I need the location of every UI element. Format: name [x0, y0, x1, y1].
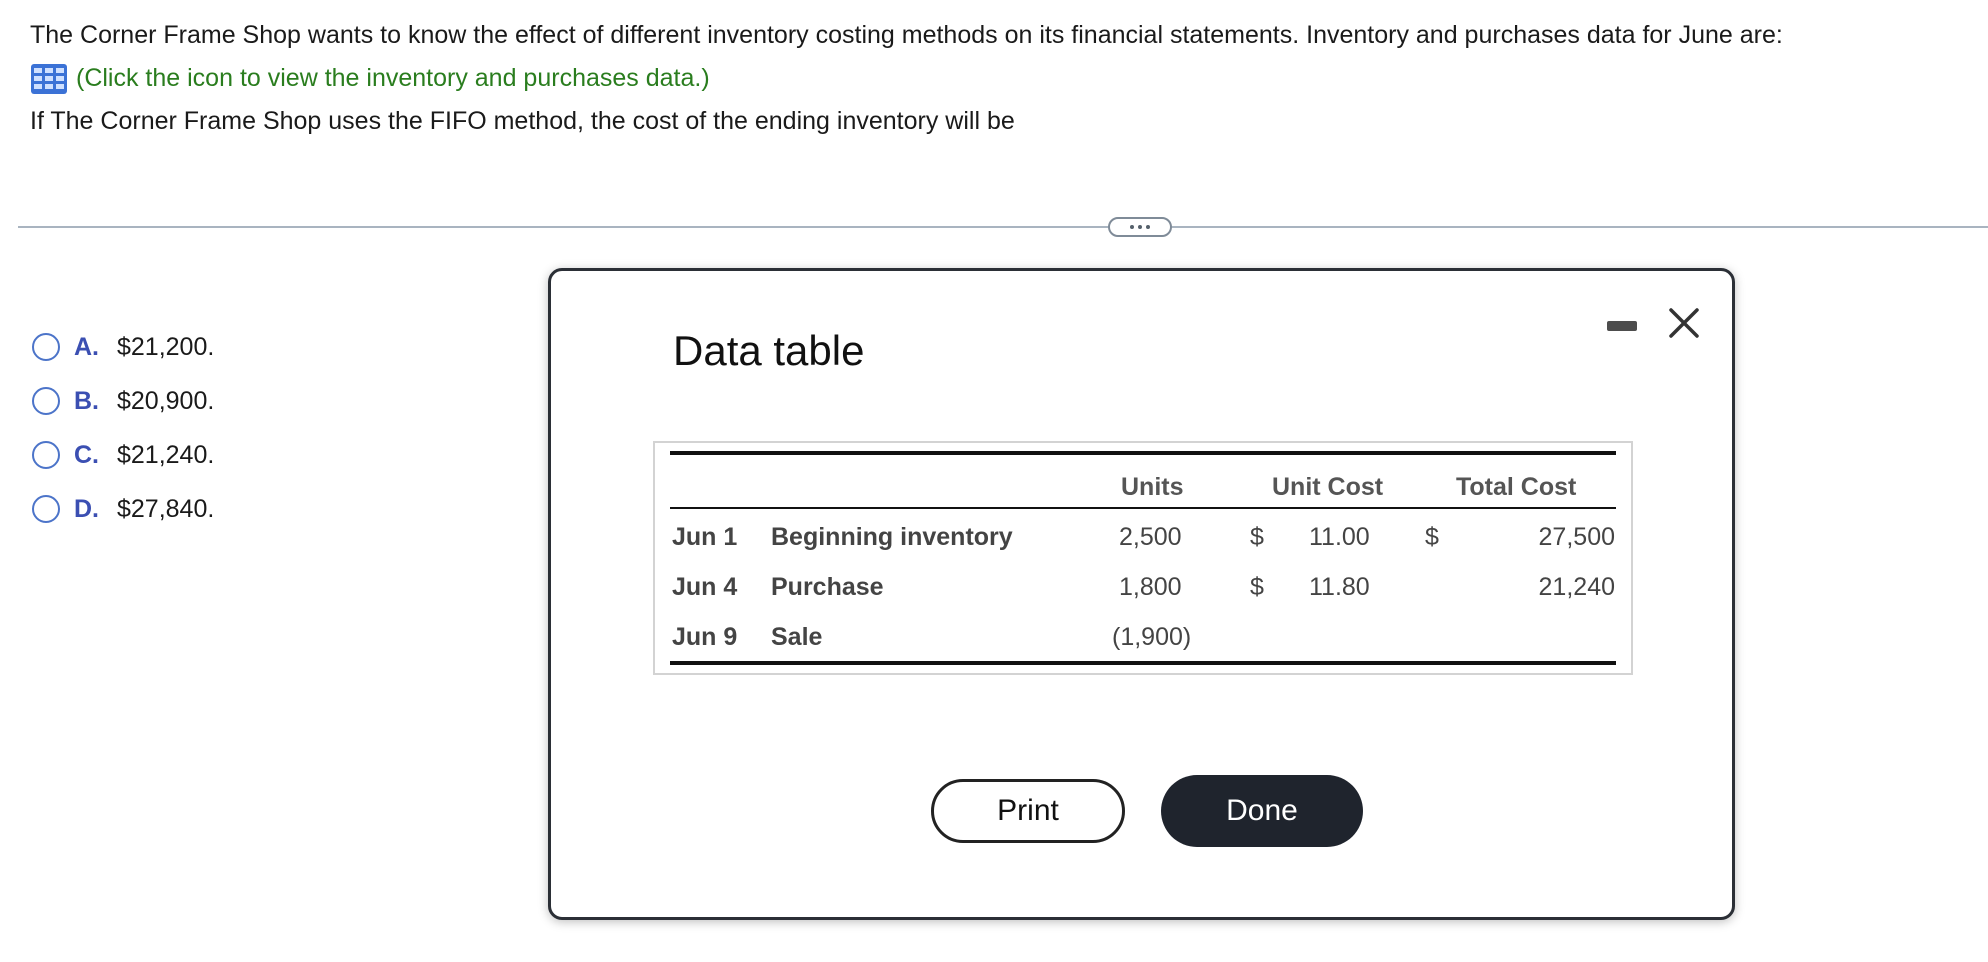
header-unit-cost: Unit Cost: [1272, 473, 1384, 501]
radio-button[interactable]: [32, 495, 60, 523]
more-options-handle[interactable]: [1108, 217, 1172, 237]
row-units: 1,800: [1119, 573, 1182, 601]
inventory-table: Units Unit Cost Total Cost Jun 1 Beginni…: [653, 441, 1633, 675]
table-header-rule: [670, 507, 1616, 509]
table-bottom-rule: [670, 661, 1616, 665]
header-units: Units: [1121, 473, 1184, 501]
question-prompt: If The Corner Frame Shop uses the FIFO m…: [30, 107, 1015, 135]
dot-icon: [1130, 225, 1134, 229]
radio-button[interactable]: [32, 387, 60, 415]
row-currency: $: [1250, 523, 1264, 551]
choice-letter: A.: [74, 332, 99, 361]
choice-text: $20,900.: [117, 386, 215, 415]
answer-choices: A. $21,200. B. $20,900. C. $21,240. D. $…: [32, 320, 214, 536]
choice-letter: D.: [74, 494, 99, 523]
choice-letter: B.: [74, 386, 99, 415]
choice-text: $27,840.: [117, 494, 215, 523]
row-units: (1,900): [1112, 623, 1192, 651]
row-date: Jun 9: [672, 623, 738, 651]
choice-d[interactable]: D. $27,840.: [32, 482, 214, 536]
row-desc: Purchase: [771, 573, 884, 601]
row-total-cost: 21,240: [1538, 573, 1615, 601]
table-top-rule: [670, 451, 1616, 455]
done-button[interactable]: Done: [1161, 775, 1363, 847]
choice-c[interactable]: C. $21,240.: [32, 428, 214, 482]
radio-button[interactable]: [32, 333, 60, 361]
data-link-text[interactable]: (Click the icon to view the inventory an…: [76, 57, 710, 100]
dot-icon: [1146, 225, 1150, 229]
row-desc: Beginning inventory: [771, 523, 1013, 551]
radio-button[interactable]: [32, 441, 60, 469]
choice-b[interactable]: B. $20,900.: [32, 374, 214, 428]
close-icon[interactable]: [1664, 303, 1704, 343]
choice-text: $21,200.: [117, 332, 215, 361]
dialog-title: Data table: [673, 327, 865, 374]
section-divider: [18, 226, 1988, 228]
print-button[interactable]: Print: [931, 779, 1125, 843]
row-total-cost: 27,500: [1538, 523, 1615, 551]
question-text: The Corner Frame Shop wants to know the …: [30, 14, 1968, 143]
header-total-cost: Total Cost: [1456, 473, 1577, 501]
data-table-link[interactable]: (Click the icon to view the inventory an…: [30, 57, 1968, 100]
row-unit-cost: 11.80: [1309, 573, 1370, 601]
data-table-dialog: Data table Units Unit Cost Total Cost Ju…: [548, 268, 1735, 920]
row-currency: $: [1250, 573, 1264, 601]
dot-icon: [1138, 225, 1142, 229]
row-units: 2,500: [1119, 523, 1182, 551]
row-desc: Sale: [771, 623, 823, 651]
choice-text: $21,240.: [117, 440, 215, 469]
choice-a[interactable]: A. $21,200.: [32, 320, 214, 374]
question-intro: The Corner Frame Shop wants to know the …: [30, 21, 1783, 49]
table-grid-icon[interactable]: [30, 63, 68, 95]
choice-letter: C.: [74, 440, 99, 469]
row-currency: $: [1425, 523, 1439, 551]
row-date: Jun 1: [672, 523, 738, 551]
row-unit-cost: 11.00: [1309, 523, 1370, 551]
row-date: Jun 4: [672, 573, 738, 601]
minimize-icon[interactable]: [1607, 321, 1637, 331]
